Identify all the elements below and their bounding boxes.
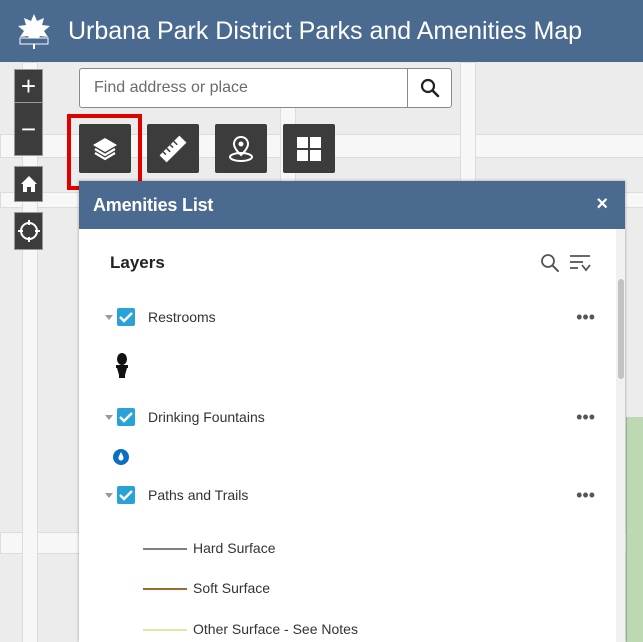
layer-options-menu[interactable]: ••• xyxy=(576,307,595,328)
widgets-grid-button[interactable] xyxy=(283,124,335,173)
search-input[interactable] xyxy=(80,69,408,107)
caret-down-icon[interactable] xyxy=(105,314,113,320)
zoom-out-button[interactable]: − xyxy=(14,102,43,156)
check-icon xyxy=(119,412,133,423)
layer-label: Restrooms xyxy=(148,309,216,325)
legend-label: Hard Surface xyxy=(193,540,276,556)
minus-icon: − xyxy=(20,113,37,144)
layer-label: Paths and Trails xyxy=(148,487,249,503)
legend-swatch-hard-surface xyxy=(143,548,187,550)
scrollbar[interactable] xyxy=(616,229,625,642)
water-drop-icon xyxy=(113,449,129,465)
layer-checkbox[interactable] xyxy=(117,486,135,504)
home-button[interactable] xyxy=(14,166,43,202)
panel-header: Amenities List × xyxy=(79,181,625,229)
check-icon xyxy=(119,490,133,501)
map-park-area xyxy=(626,417,643,642)
check-icon xyxy=(119,312,133,323)
search-icon[interactable] xyxy=(540,253,560,273)
filter-list-icon[interactable] xyxy=(569,253,591,273)
scrollbar-thumb[interactable] xyxy=(618,279,624,379)
legend-label: Other Surface - See Notes xyxy=(193,621,358,637)
toilet-icon xyxy=(116,353,128,378)
layer-item-restrooms[interactable]: Restrooms xyxy=(105,306,216,328)
layers-button-highlight xyxy=(67,114,142,190)
caret-down-icon[interactable] xyxy=(105,492,113,498)
measure-button[interactable] xyxy=(147,124,199,173)
layer-checkbox[interactable] xyxy=(117,408,135,426)
search-button[interactable] xyxy=(407,69,451,107)
search-icon xyxy=(420,78,439,98)
locate-button[interactable] xyxy=(14,212,43,250)
close-icon[interactable]: × xyxy=(596,193,608,216)
layer-checkbox[interactable] xyxy=(117,308,135,326)
layers-section-title: Layers xyxy=(110,253,165,272)
layer-options-menu[interactable]: ••• xyxy=(576,407,595,428)
layer-options-menu[interactable]: ••• xyxy=(576,485,595,506)
grid-icon xyxy=(297,136,321,161)
map-pin-icon xyxy=(229,135,253,162)
search-box xyxy=(79,68,452,108)
legend-swatch-other-surface xyxy=(143,629,187,631)
plus-icon: + xyxy=(20,70,37,101)
amenities-panel: Amenities List × Layers Restrooms ••• Dr xyxy=(79,181,625,642)
caret-down-icon[interactable] xyxy=(105,414,113,420)
legend-label: Soft Surface xyxy=(193,580,271,596)
ruler-icon xyxy=(159,135,187,162)
crosshair-icon xyxy=(17,220,40,242)
location-pin-button[interactable] xyxy=(215,124,267,173)
zoom-in-button[interactable]: + xyxy=(14,69,43,103)
home-icon xyxy=(20,176,37,192)
layer-label: Drinking Fountains xyxy=(148,409,265,425)
app-header: Urbana Park District Parks and Amenities… xyxy=(0,0,643,62)
layer-item-drinking-fountains[interactable]: Drinking Fountains xyxy=(105,406,265,428)
urbana-leaf-logo-icon xyxy=(18,14,50,49)
legend-swatch-soft-surface xyxy=(143,588,187,590)
panel-title: Amenities List xyxy=(93,194,214,215)
app-title: Urbana Park District Parks and Amenities… xyxy=(68,16,583,45)
layer-item-paths-and-trails[interactable]: Paths and Trails xyxy=(105,484,248,506)
